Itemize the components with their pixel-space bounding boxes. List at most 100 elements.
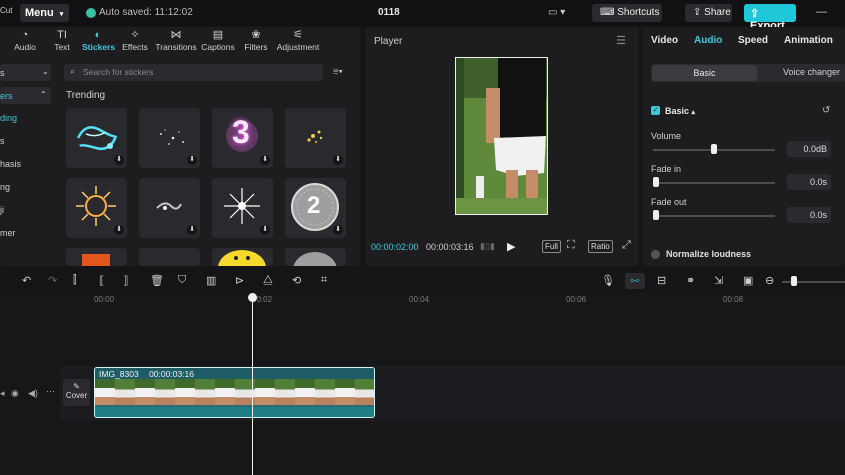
link-icon[interactable]: ⚭ (686, 274, 695, 287)
auto-snap-icon[interactable]: ⊟ (657, 274, 666, 287)
sticker-item[interactable]: 3 ⬇ (212, 108, 273, 168)
zoom-out-icon[interactable]: ⊖ (765, 274, 774, 287)
freeze-icon[interactable]: ▥ (206, 274, 216, 287)
captions-toggle-icon[interactable]: ▣ (743, 274, 753, 287)
fade-out-slider[interactable] (653, 215, 775, 217)
sidebar-item-summer[interactable]: mer (0, 228, 16, 238)
tab-transitions[interactable]: ⋈ Transitions (155, 28, 197, 52)
eye-icon[interactable]: ◉ (11, 388, 19, 399)
split-right-icon[interactable]: ⟧ (123, 274, 128, 287)
sidebar-item-trending[interactable]: ding (0, 113, 17, 123)
tab-text[interactable]: TI Text (49, 28, 75, 52)
sticker-item[interactable]: ⬇ (66, 108, 127, 168)
reverse-icon[interactable]: ⊳ (235, 274, 244, 287)
fade-out-value[interactable]: 0.0s (787, 207, 831, 223)
tab-animation[interactable]: Animation (784, 35, 833, 46)
zoom-slider-knob[interactable] (791, 276, 797, 286)
tab-captions[interactable]: ▤ Captions (201, 28, 235, 52)
play-icon[interactable]: ▶ (507, 240, 515, 253)
minimize-icon[interactable]: — (816, 6, 827, 18)
download-icon[interactable]: ⬇ (260, 155, 270, 165)
download-icon[interactable]: ⬇ (114, 155, 124, 165)
sidebar-item-s[interactable]: s (0, 136, 5, 146)
delete-icon[interactable]: 🗑 (150, 274, 164, 287)
playhead[interactable] (252, 293, 253, 475)
microphone-icon[interactable]: 🎙 (601, 274, 615, 287)
fullscreen-icon[interactable]: ⤢ (622, 239, 631, 252)
fade-in-slider[interactable] (653, 182, 775, 184)
project-title[interactable]: 0118 (378, 7, 400, 18)
focus-icon[interactable]: ⛶ (567, 239, 575, 252)
tab-stickers[interactable]: ◐ Stickers (82, 28, 115, 52)
download-icon[interactable]: ⬇ (260, 225, 270, 235)
fade-out-label: Fade out (651, 197, 687, 207)
share-button[interactable]: ⇪ Share (685, 4, 732, 22)
checkbox-basic[interactable]: ✓ (651, 106, 660, 115)
export-button[interactable]: ⇪ Export (744, 4, 796, 32)
fade-in-slider-knob[interactable] (653, 177, 659, 187)
full-button[interactable]: Full (542, 240, 561, 253)
tab-video[interactable]: Video (651, 35, 678, 46)
split-left-icon[interactable]: ⟦ (99, 274, 104, 287)
main-track-magnet-icon[interactable]: ⧟ (625, 273, 645, 289)
reset-icon[interactable]: ↺ (822, 105, 830, 116)
segment-basic[interactable]: Basic (652, 65, 757, 81)
sidebar-item-emphasis[interactable]: hasis (0, 159, 21, 169)
tab-audio[interactable]: ◔ Audio (10, 28, 40, 52)
sticker-item[interactable]: ⬇ (139, 178, 200, 238)
cover-button[interactable]: ✎ Cover (63, 379, 90, 406)
fade-out-slider-knob[interactable] (653, 210, 659, 220)
tab-speed[interactable]: Speed (738, 35, 768, 46)
sidebar-item-stickers[interactable]: ers ⌃ (0, 87, 51, 104)
volume-slider-knob[interactable] (711, 144, 717, 154)
menu-button[interactable]: Menu ▾ (20, 4, 69, 22)
download-icon[interactable]: ⬇ (187, 155, 197, 165)
download-icon[interactable]: ⬇ (187, 225, 197, 235)
download-icon[interactable]: ⬇ (333, 155, 343, 165)
sticker-search-input[interactable]: ⌕ Search for stickers (64, 64, 323, 81)
sticker-item[interactable] (212, 248, 273, 266)
shortcuts-button[interactable]: ⌨ Shortcuts (592, 4, 662, 22)
tab-label: Adjustment (276, 42, 320, 52)
menu-lines-icon[interactable]: ☰ (616, 34, 626, 47)
ratio-button[interactable]: Ratio (588, 240, 613, 253)
mirror-icon[interactable]: ⧋ (263, 274, 273, 287)
rotate-icon[interactable]: ⟲ (292, 274, 301, 287)
sidebar-item-ng[interactable]: ng (0, 182, 10, 192)
sticker-item[interactable] (285, 248, 346, 266)
playhead-handle[interactable] (248, 293, 257, 302)
video-preview[interactable] (455, 57, 548, 215)
sidebar-item-all[interactable]: s ⌄ (0, 64, 51, 81)
tab-adjustment[interactable]: ⚟ Adjustment (276, 28, 320, 52)
crop-icon[interactable]: ⌗ (321, 274, 327, 287)
sticker-item[interactable]: 2 ⬇ (285, 178, 346, 238)
track-lock-icon[interactable]: ◂ (0, 388, 5, 399)
sticker-item[interactable]: ⬇ (66, 178, 127, 238)
preview-axis-icon[interactable]: ⇲ (714, 274, 723, 287)
layout-icon[interactable]: ▭ ▾ (548, 7, 565, 18)
sticker-item[interactable] (66, 248, 127, 266)
filter-sort-icon[interactable]: ⩸▾ (333, 66, 343, 77)
sticker-item[interactable]: ⬇ (212, 178, 273, 238)
download-icon[interactable]: ⬇ (114, 225, 124, 235)
export-icon: ⇪ (750, 8, 760, 20)
download-icon[interactable]: ⬇ (333, 225, 343, 235)
shield-icon[interactable]: ⛉ (178, 274, 186, 287)
normalize-toggle[interactable] (651, 250, 660, 259)
sticker-item[interactable]: ⬇ (139, 108, 200, 168)
tab-filters[interactable]: ❀ Filters (242, 28, 270, 52)
split-icon[interactable]: ⫿ (73, 274, 77, 287)
tab-effects[interactable]: ✧ Effects (120, 28, 150, 52)
more-icon[interactable]: ⋯ (46, 386, 55, 397)
waveform-icon[interactable]: ▮▯▮ (480, 241, 495, 252)
segment-voice-changer[interactable]: Voice changer (783, 67, 840, 77)
sticker-item[interactable] (139, 248, 200, 266)
sticker-item[interactable]: ⬇ (285, 108, 346, 168)
redo-icon[interactable]: ↷ (48, 274, 57, 287)
fade-in-value[interactable]: 0.0s (787, 174, 831, 190)
volume-value[interactable]: 0.0dB (787, 141, 831, 157)
undo-icon[interactable]: ↶ (22, 274, 31, 287)
tab-audio-inspector[interactable]: Audio (694, 35, 722, 46)
speaker-icon[interactable]: ◀) (28, 388, 38, 399)
sidebar-item-emoji[interactable]: ji (0, 205, 4, 215)
